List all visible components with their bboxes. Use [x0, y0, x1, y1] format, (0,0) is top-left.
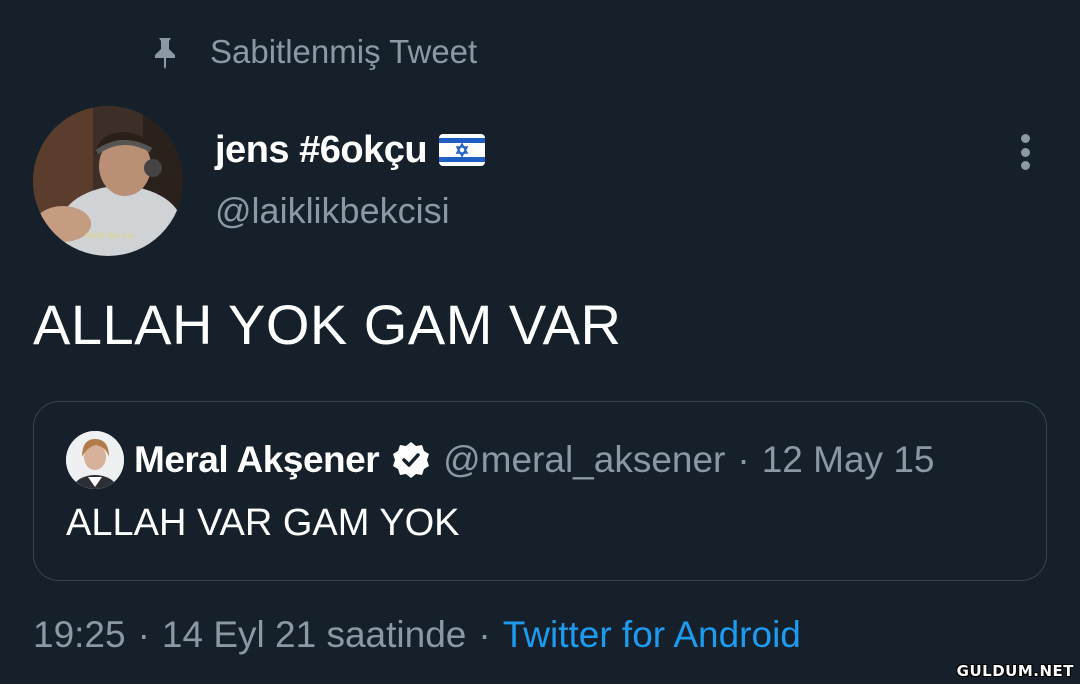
- tweet-time[interactable]: 19:25: [33, 614, 126, 656]
- more-options-icon[interactable]: [1008, 130, 1042, 174]
- separator-dot: ·: [137, 614, 150, 655]
- quoted-tweet-header: Meral Akşener @meral_aksener · 12 May 15: [134, 432, 935, 488]
- tweet-date[interactable]: 14 Eyl 21 saatinde: [162, 614, 466, 656]
- quoted-tweet-card[interactable]: Meral Akşener @meral_aksener · 12 May 15…: [33, 401, 1047, 581]
- quoted-author-name[interactable]: Meral Akşener: [134, 439, 380, 481]
- separator-dot: ·: [737, 439, 750, 480]
- separator-dot: ·: [478, 614, 491, 655]
- pin-icon: [150, 35, 180, 69]
- pinned-label: Sabitlenmiş Tweet: [210, 33, 478, 70]
- tweet-source-link[interactable]: Twitter for Android: [503, 614, 801, 656]
- tweet-text: ALLAH YOK GAM VAR: [33, 293, 622, 356]
- author-handle[interactable]: @laiklikbekcisi: [215, 190, 450, 232]
- author-name-row: jens #6okçu: [215, 124, 486, 176]
- quoted-tweet-text: ALLAH VAR GAM YOK: [66, 502, 460, 544]
- watermark: GULDUM.NET: [956, 662, 1074, 680]
- pinned-tweet-indicator: Sabitlenmiş Tweet: [150, 30, 477, 74]
- avatar-caption: FUCK YOU ALL: [85, 232, 135, 240]
- tweet-meta: 19:25 · 14 Eyl 21 saatinde · Twitter for…: [33, 610, 801, 660]
- quoted-author-handle[interactable]: @meral_aksener: [443, 439, 725, 481]
- quoted-tweet-date[interactable]: 12 May 15: [762, 439, 935, 481]
- verified-badge-icon: [391, 440, 431, 480]
- quoted-author-avatar: [66, 431, 124, 489]
- israel-flag-icon: [439, 134, 486, 166]
- author-display-name[interactable]: jens #6okçu: [215, 129, 428, 172]
- author-avatar[interactable]: FUCK YOU ALL: [33, 106, 183, 256]
